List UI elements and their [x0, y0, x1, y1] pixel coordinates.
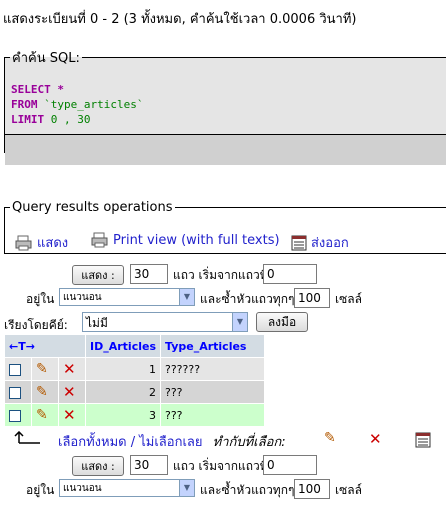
sql-select-keyword: SELECT [11, 83, 51, 96]
with-selected-label: ทำกับที่เลือก: [212, 435, 286, 450]
sql-from-keyword: FROM [11, 98, 38, 111]
repeat-header-input-top[interactable] [294, 288, 330, 308]
table-row: ✎ ✕ 3 ??? [5, 404, 264, 426]
start-row-label-bottom: แถว เริ่มจากแถวที่ [173, 459, 268, 473]
bulk-separator: / [126, 435, 140, 450]
delete-x-icon[interactable]: ✕ [63, 383, 76, 401]
sql-code: SELECT * FROM `type_articles` LIMIT 0 , … [11, 82, 143, 127]
select-all-link[interactable]: เลือกทั้งหมด [58, 435, 127, 450]
export-link[interactable]: ส่งออก [291, 232, 349, 253]
results-table: ←T→ ID_Articles Type_Articles ✎ ✕ 1 ????… [4, 334, 265, 427]
delete-x-icon[interactable]: ✕ [63, 406, 76, 424]
start-row-input-bottom[interactable] [263, 455, 317, 475]
table-row: ✎ ✕ 1 ?????? [5, 358, 264, 380]
sql-select-columns: * [50, 83, 64, 96]
bulk-select-links: เลือกทั้งหมด / ไม่เลือกเลย ทำกับที่เลือก… [58, 431, 286, 452]
column-order-arrows[interactable]: ←T→ [5, 335, 85, 357]
table-header-row: ←T→ ID_Articles Type_Articles [5, 335, 264, 357]
mode-label-bottom: อยู่ใน [26, 483, 55, 497]
edit-pencil-icon[interactable]: ✎ [36, 407, 48, 423]
sql-query-box: คำค้น SQL: SELECT * FROM `type_articles`… [4, 47, 446, 165]
print-icon [91, 232, 108, 248]
start-row-input-top[interactable] [263, 264, 317, 284]
rows-count-input-bottom[interactable] [130, 455, 168, 475]
cell-id-articles: 1 [86, 358, 160, 380]
sql-query-legend: คำค้น SQL: [12, 51, 80, 66]
bulk-delete-x-icon[interactable]: ✕ [369, 430, 382, 448]
sort-by-key-label: เรียงโดยคีย์: [4, 318, 68, 332]
table-row: ✎ ✕ 2 ??? [5, 381, 264, 403]
sql-limit-values: 0 , 30 [50, 113, 91, 126]
cell-id-articles: 3 [86, 404, 160, 426]
cell-type-articles: ?????? [161, 358, 264, 380]
display-mode-value-top: แนวนอน [63, 292, 102, 303]
sort-by-key-select[interactable]: ไม่มี ▼ [82, 312, 248, 332]
row-checkbox[interactable] [9, 363, 21, 376]
operations-legend: Query results operations [12, 200, 173, 215]
display-mode-value-bottom: แนวนอน [63, 483, 102, 494]
column-header-id-articles[interactable]: ID_Articles [86, 335, 160, 357]
delete-x-icon[interactable]: ✕ [63, 360, 76, 378]
deselect-all-link[interactable]: ไม่เลือกเลย [139, 435, 202, 450]
sql-table-name: `type_articles` [44, 98, 144, 111]
chevron-down-icon: ▼ [179, 289, 194, 305]
row-checkbox[interactable] [9, 386, 21, 399]
column-header-type-articles[interactable]: Type_Articles [161, 335, 264, 357]
mode-label-top: อยู่ใน [26, 292, 55, 306]
print-icon [15, 235, 32, 250]
arrow-to-checked-icon [14, 431, 40, 444]
bulk-edit-pencil-icon[interactable]: ✎ [324, 430, 336, 446]
repeat-header-input-bottom[interactable] [294, 479, 330, 499]
show-label: แสดง [37, 236, 69, 251]
display-mode-select-bottom[interactable]: แนวนอน ▼ [59, 479, 195, 497]
bulk-export-icon[interactable] [415, 432, 431, 448]
row-checkbox[interactable] [9, 409, 21, 422]
cell-type-articles: ??? [161, 381, 264, 403]
show-link[interactable]: แสดง [15, 232, 68, 253]
cells-label-bottom: เซลล์ [335, 483, 362, 497]
export-label: ส่งออก [311, 236, 349, 251]
show-rows-button-bottom[interactable]: แสดง : [72, 456, 124, 476]
chevron-down-icon: ▼ [232, 313, 247, 331]
chevron-down-icon: ▼ [179, 480, 194, 496]
cells-label-top: เซลล์ [335, 292, 362, 306]
edit-pencil-icon[interactable]: ✎ [36, 384, 48, 400]
display-mode-select-top[interactable]: แนวนอน ▼ [59, 288, 195, 306]
print-view-label: Print view (with full texts) [113, 232, 280, 248]
sql-actions-strip [5, 134, 446, 165]
rows-count-input-top[interactable] [130, 264, 168, 284]
cell-id-articles: 2 [86, 381, 160, 403]
start-row-label-top: แถว เริ่มจากแถวที่ [173, 268, 268, 282]
query-status-text: แสดงระเบียนที่ 0 - 2 (3 ทั้งหมด, คำค้นใช… [3, 12, 357, 27]
query-results-operations: Query results operations แสดง Print view… [4, 200, 446, 254]
sort-by-key-value: ไม่มี [86, 316, 108, 330]
show-rows-button-top[interactable]: แสดง : [72, 265, 124, 285]
export-icon [291, 235, 307, 250]
repeat-header-label-top: และซ้ำหัวแถวทุกๆ [200, 292, 295, 306]
cell-type-articles: ??? [161, 404, 264, 426]
edit-pencil-icon[interactable]: ✎ [36, 361, 48, 377]
sort-go-button[interactable]: ลงมือ [256, 312, 308, 332]
repeat-header-label-bottom: และซ้ำหัวแถวทุกๆ [200, 483, 295, 497]
print-view-link[interactable]: Print view (with full texts) [91, 232, 280, 248]
sql-limit-keyword: LIMIT [11, 113, 45, 126]
